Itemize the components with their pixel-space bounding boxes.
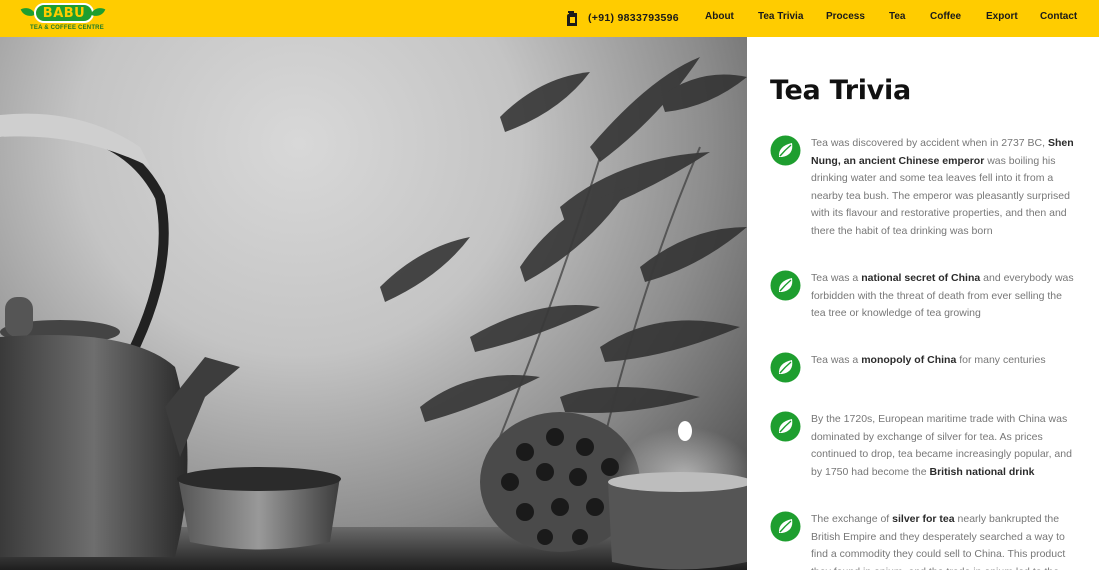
fact-highlight: monopoly of China xyxy=(861,354,957,366)
tea-leaf-icon xyxy=(770,352,801,383)
tea-trivia-panel: Tea Trivia Tea was discovered by acciden… xyxy=(747,37,1099,570)
fact-run: for many centuries xyxy=(956,354,1046,366)
nav-about[interactable]: About xyxy=(705,11,734,22)
logo-text: BABU xyxy=(42,5,86,21)
tea-leaf-icon xyxy=(770,270,801,301)
teapot-photo xyxy=(0,57,747,570)
hero-image xyxy=(0,37,747,570)
fact-run: Tea was a xyxy=(811,272,862,284)
nav-tea-trivia[interactable]: Tea Trivia xyxy=(758,11,803,22)
tea-leaf-icon xyxy=(770,411,801,442)
nav-process[interactable]: Process xyxy=(826,11,865,22)
fact-highlight: silver for tea xyxy=(892,513,955,525)
fact-text: Tea was a monopoly of China for many cen… xyxy=(811,352,1076,370)
fact-text: Tea was a national secret of China and e… xyxy=(811,270,1076,323)
fact-text: The exchange of silver for tea nearly ba… xyxy=(811,511,1076,570)
fact-run: Tea was a xyxy=(811,354,862,366)
fact-run: Tea was discovered by accident when in 2… xyxy=(811,137,1048,149)
tea-leaf-icon xyxy=(770,511,801,542)
phone-contact[interactable]: (+91) 9833793596 xyxy=(565,9,679,27)
nav-tea[interactable]: Tea xyxy=(889,11,906,22)
fact-text: Tea was discovered by accident when in 2… xyxy=(811,135,1076,241)
nav-coffee[interactable]: Coffee xyxy=(930,11,961,22)
logo-badge: BABU xyxy=(34,3,94,23)
fact-text: By the 1720s, European maritime trade wi… xyxy=(811,411,1076,481)
fact-highlight: national secret of China xyxy=(861,272,981,284)
tea-leaf-icon xyxy=(770,135,801,166)
logo-subtext: TEA & COFFEE CENTRE xyxy=(30,25,104,31)
top-navigation-bar: BABU TEA & COFFEE CENTRE (+91) 983379359… xyxy=(0,0,1099,37)
section-title: Tea Trivia xyxy=(770,75,911,106)
phone-icon xyxy=(565,10,579,27)
nav-contact[interactable]: Contact xyxy=(1040,11,1077,22)
nav-export[interactable]: Export xyxy=(986,11,1018,22)
phone-number: (+91) 9833793596 xyxy=(588,12,679,24)
fact-highlight: British national drink xyxy=(929,465,1035,478)
fact-run: The exchange of xyxy=(811,513,893,525)
babu-logo[interactable]: BABU TEA & COFFEE CENTRE xyxy=(20,3,106,35)
